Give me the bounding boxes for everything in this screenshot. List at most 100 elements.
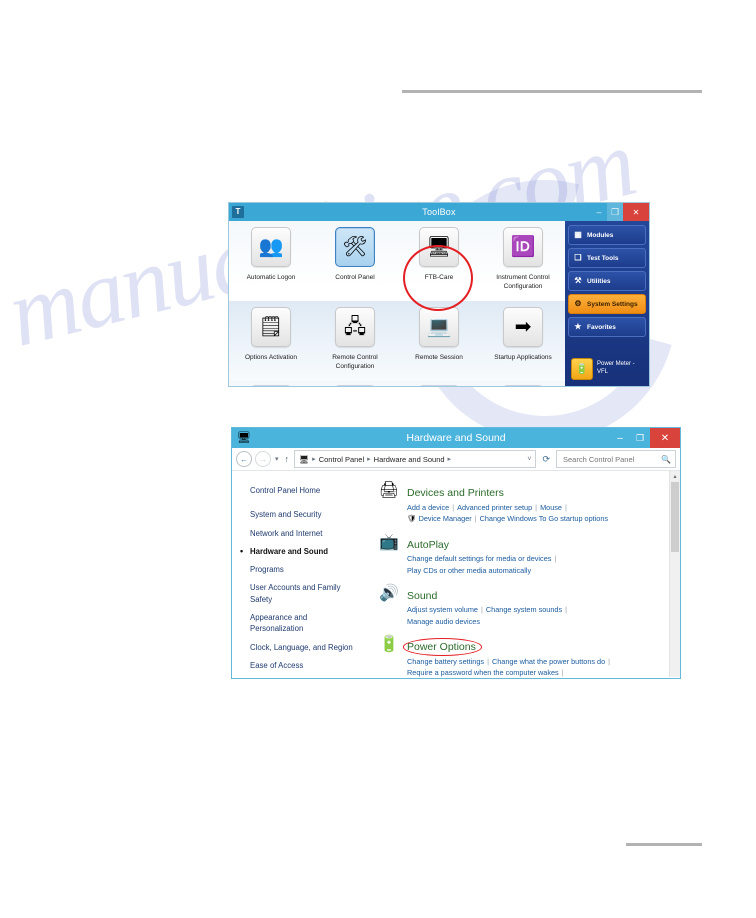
maximize-button[interactable]: ❐	[630, 428, 650, 448]
sidebar-item-system-settings[interactable]: ⚙ System Settings	[568, 294, 646, 314]
toolbox-body: 👥 Automatic Logon 🛠 Control Panel 🖥 FTB-…	[229, 221, 649, 386]
control-panel-icon: 🛠	[335, 227, 375, 267]
startup-applications-icon: ➡	[503, 307, 543, 347]
toolbox-close-button[interactable]: ✕	[623, 203, 649, 221]
link-manage-audio-devices[interactable]: Manage audio devices	[407, 617, 480, 626]
utilities-icon: ⚒	[574, 276, 582, 285]
link-change-default-settings-for-media-or-devices[interactable]: Change default settings for media or dev…	[407, 554, 551, 563]
hardware-and-sound-window: 🖥 Hardware and Sound – ❐ ✕ ← → ▾ ↑ 🖥 ▸ C…	[231, 427, 681, 679]
sidebar-item-label: Modules	[587, 231, 614, 239]
toolbox-item-label: Startup Applications	[494, 354, 552, 361]
sidebar-item-modules[interactable]: ▦ Modules	[568, 225, 646, 245]
close-button[interactable]: ✕	[650, 428, 680, 448]
scroll-up-arrow[interactable]: ▴	[670, 471, 680, 481]
link-mouse[interactable]: Mouse	[540, 503, 562, 512]
link-separator: |	[487, 656, 489, 666]
sidebar-item-hardware-and-sound[interactable]: Hardware and Sound	[240, 545, 360, 558]
toolbox-item-control-panel[interactable]: 🛠 Control Panel	[313, 227, 473, 311]
link-require-a-password-when-the-computer-wakes[interactable]: Require a password when the computer wak…	[407, 668, 559, 677]
category-links: Change default settings for media or dev…	[407, 553, 680, 577]
link-play-cds-or-other-media-automatically[interactable]: Play CDs or other media automatically	[407, 566, 531, 575]
toolbox-item-ftb-care[interactable]: 🖥 FTB-Care	[397, 227, 481, 283]
sidebar-item-ease-of-access[interactable]: Ease of Access	[250, 660, 360, 671]
scrollbar-thumb[interactable]	[671, 482, 679, 552]
link-change-windows-to-go-startup-options[interactable]: Change Windows To Go startup options	[480, 514, 608, 523]
category-devices-and-printers: 🖨 Devices and Printers Add a device | Adva…	[372, 483, 680, 526]
annotation-ellipse-power-options	[403, 637, 482, 656]
link-add-a-device[interactable]: Add a device	[407, 503, 449, 512]
category-title[interactable]: Devices and Printers	[407, 487, 504, 500]
sidebar-item-label: Favorites	[587, 323, 616, 331]
toolbox-item-partial[interactable]	[397, 385, 481, 386]
category-body: Devices and Printers Add a device | Advanc…	[407, 483, 680, 526]
toolbox-item-partial[interactable]	[313, 385, 397, 386]
link-separator: |	[561, 668, 564, 678]
sidebar-item-utilities[interactable]: ⚒ Utilities	[568, 271, 646, 291]
sidebar-item-system-and-security[interactable]: System and Security	[250, 509, 360, 520]
link-adjust-system-volume[interactable]: Adjust system volume	[407, 605, 478, 614]
toolbox-icon-row-1: 👥 Automatic Logon 🛠 Control Panel 🖥 FTB-…	[229, 221, 565, 311]
toolbox-item-partial[interactable]	[481, 385, 565, 386]
toolbox-item-options-activation[interactable]: 🗒 Options Activation	[229, 307, 313, 363]
minimize-button[interactable]: –	[610, 428, 630, 448]
sidebar-item-programs[interactable]: Programs	[250, 564, 360, 575]
sidebar-item-user-accounts-and-family-safety[interactable]: User Accounts and Family Safety	[250, 582, 360, 605]
link-device-manager[interactable]: Device Manager	[419, 514, 472, 523]
control-panel-window-buttons: – ❐ ✕	[610, 428, 680, 448]
sidebar-item-test-tools[interactable]: ❑ Test Tools	[568, 248, 646, 268]
toolbox-item-partial[interactable]	[229, 385, 313, 386]
breadcrumb-separator: ▸	[367, 456, 371, 463]
category-body: Power Options Change battery settings | Ch…	[403, 637, 680, 678]
link-change-system-sounds[interactable]: Change system sounds	[486, 605, 562, 614]
partial-icon	[419, 385, 459, 386]
breadcrumb-dropdown-icon[interactable]: ˅	[527, 456, 531, 463]
category-title[interactable]: Sound	[407, 590, 437, 603]
breadcrumb[interactable]: 🖥 ▸ Control Panel ▸ Hardware and Sound ▸…	[294, 450, 537, 468]
toolbox-item-label: FTB-Care	[424, 274, 454, 281]
control-panel-content: Control Panel Home System and Security N…	[232, 471, 680, 677]
link-change-what-the-power-buttons-do[interactable]: Change what the power buttons do	[492, 657, 605, 666]
back-button[interactable]: ←	[236, 451, 252, 467]
sidebar-item-network-and-internet[interactable]: Network and Internet	[250, 528, 360, 539]
monitor-icon: 🖥	[426, 236, 452, 258]
link-separator: |	[535, 502, 538, 512]
link-separator: |	[480, 605, 483, 615]
remote-control-config-icon: 🖧	[335, 307, 375, 347]
printer-icon: 🖨	[378, 482, 400, 499]
toolbox-item-instrument-control-configuration[interactable]: 🆔 Instrument Control Configuration	[481, 227, 565, 292]
toolbox-item-remote-session[interactable]: 💻 Remote Session	[397, 307, 481, 363]
category-power-options: 🔋 Power Options Change battery settings |…	[372, 636, 680, 678]
page-rule-bottom	[626, 843, 702, 846]
toolbox-item-remote-control-configuration[interactable]: 🖧 Remote Control Configuration	[313, 307, 397, 372]
refresh-icon[interactable]: ⟳	[539, 454, 553, 465]
modules-icon: ▦	[574, 230, 582, 239]
toolbox-maximize-button[interactable]: ❐	[607, 203, 623, 221]
link-advanced-printer-setup[interactable]: Advanced printer setup	[457, 503, 532, 512]
recent-locations-icon[interactable]: ▾	[274, 455, 280, 463]
category-title[interactable]: AutoPlay	[407, 539, 449, 552]
toolbox-item-automatic-logon[interactable]: 👥 Automatic Logon	[229, 227, 313, 283]
toolbox-item-startup-applications[interactable]: ➡ Startup Applications	[481, 307, 565, 363]
forward-button[interactable]: →	[255, 451, 271, 467]
sidebar-item-power-meter-vfl[interactable]: 🔋 Power Meter - VFL	[568, 356, 646, 382]
search-box[interactable]: 🔍	[556, 450, 676, 468]
breadcrumb-item-hardware-and-sound[interactable]: Hardware and Sound	[374, 455, 445, 464]
category-links: Adjust system volume | Change system sound…	[407, 604, 680, 628]
category-title[interactable]: Power Options	[403, 637, 482, 656]
toolbox-minimize-button[interactable]: –	[591, 203, 607, 221]
toolbox-window: T ToolBox – ❐ ✕ 👥 Automatic Logon 🛠 Cont…	[229, 203, 649, 386]
breadcrumb-separator: ▸	[312, 456, 316, 463]
vertical-scrollbar[interactable]: ▴	[669, 471, 680, 677]
sidebar-item-control-panel-home[interactable]: Control Panel Home	[250, 485, 360, 496]
link-change-battery-settings[interactable]: Change battery settings	[407, 657, 484, 666]
category-autoplay: 📺 AutoPlay Change default settings for m…	[372, 534, 680, 577]
toolbox-item-label: Automatic Logon	[246, 274, 296, 281]
search-input[interactable]	[561, 453, 662, 465]
sidebar-item-clock-language-and-region[interactable]: Clock, Language, and Region	[250, 642, 360, 653]
sidebar-item-favorites[interactable]: ★ Favorites	[568, 317, 646, 337]
breadcrumb-item-control-panel[interactable]: Control Panel	[319, 455, 364, 464]
up-button[interactable]: ↑	[283, 454, 292, 464]
category-body: Sound Adjust system volume | Change system…	[407, 586, 680, 628]
sidebar-item-appearance-and-personalization[interactable]: Appearance and Personalization	[250, 612, 360, 635]
